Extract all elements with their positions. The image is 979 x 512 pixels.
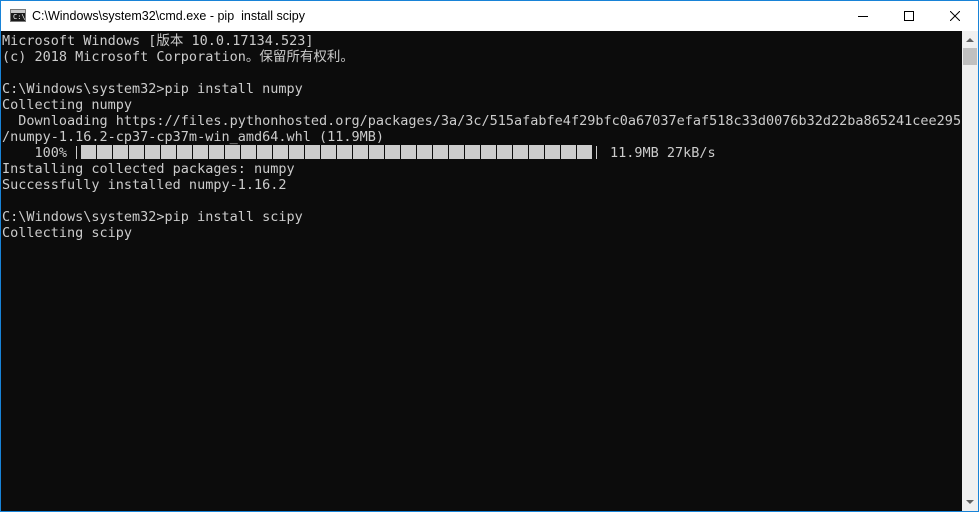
progress-fill xyxy=(81,145,593,159)
vertical-scrollbar[interactable] xyxy=(962,31,978,511)
console-line: Downloading https://files.pythonhosted.o… xyxy=(2,113,962,129)
download-progress-bar xyxy=(76,145,599,159)
title-bar[interactable]: C:\ C:\Windows\system32\cmd.exe - pip in… xyxy=(1,1,978,31)
progress-stats: 11.9MB 27kB/s xyxy=(610,145,716,161)
console-line: C:\Windows\system32>pip install numpy xyxy=(2,81,303,97)
close-button[interactable] xyxy=(932,1,978,31)
window-title: C:\Windows\system32\cmd.exe - pip instal… xyxy=(32,9,306,23)
console-line: Collecting numpy xyxy=(2,97,133,113)
scroll-down-arrow-icon xyxy=(966,500,974,504)
console-line: Collecting scipy xyxy=(2,225,133,241)
progress-bar-right-edge xyxy=(596,146,597,159)
console-line: Successfully installed numpy-1.16.2 xyxy=(2,177,287,193)
console-line: /numpy-1.16.2-cp37-cp37m-win_amd64.whl (… xyxy=(2,129,385,145)
close-icon xyxy=(950,11,960,21)
cmd-window: C:\ C:\Windows\system32\cmd.exe - pip in… xyxy=(0,0,979,512)
scroll-thumb[interactable] xyxy=(963,48,977,65)
console-output[interactable]: Microsoft Windows [版本 10.0.17134.523] (c… xyxy=(1,31,962,511)
console-line: Microsoft Windows [版本 10.0.17134.523] xyxy=(2,33,314,49)
progress-percent: 100% xyxy=(2,145,68,161)
scroll-up-arrow-icon xyxy=(966,38,974,42)
scroll-up-button[interactable] xyxy=(962,31,978,48)
cmd-icon[interactable]: C:\ xyxy=(10,9,26,22)
progress-bar-left-edge xyxy=(76,146,77,159)
maximize-button[interactable] xyxy=(886,1,932,31)
console-line: Installing collected packages: numpy xyxy=(2,161,295,177)
console-line: (c) 2018 Microsoft Corporation。保留所有权利。 xyxy=(2,49,354,65)
minimize-button[interactable] xyxy=(840,1,886,31)
scroll-down-button[interactable] xyxy=(962,494,978,511)
cmd-icon-glyph: C:\ xyxy=(13,13,26,21)
minimize-icon xyxy=(858,16,868,17)
progress-track xyxy=(81,145,593,159)
maximize-icon xyxy=(904,11,914,21)
console-line: C:\Windows\system32>pip install scipy xyxy=(2,209,303,225)
